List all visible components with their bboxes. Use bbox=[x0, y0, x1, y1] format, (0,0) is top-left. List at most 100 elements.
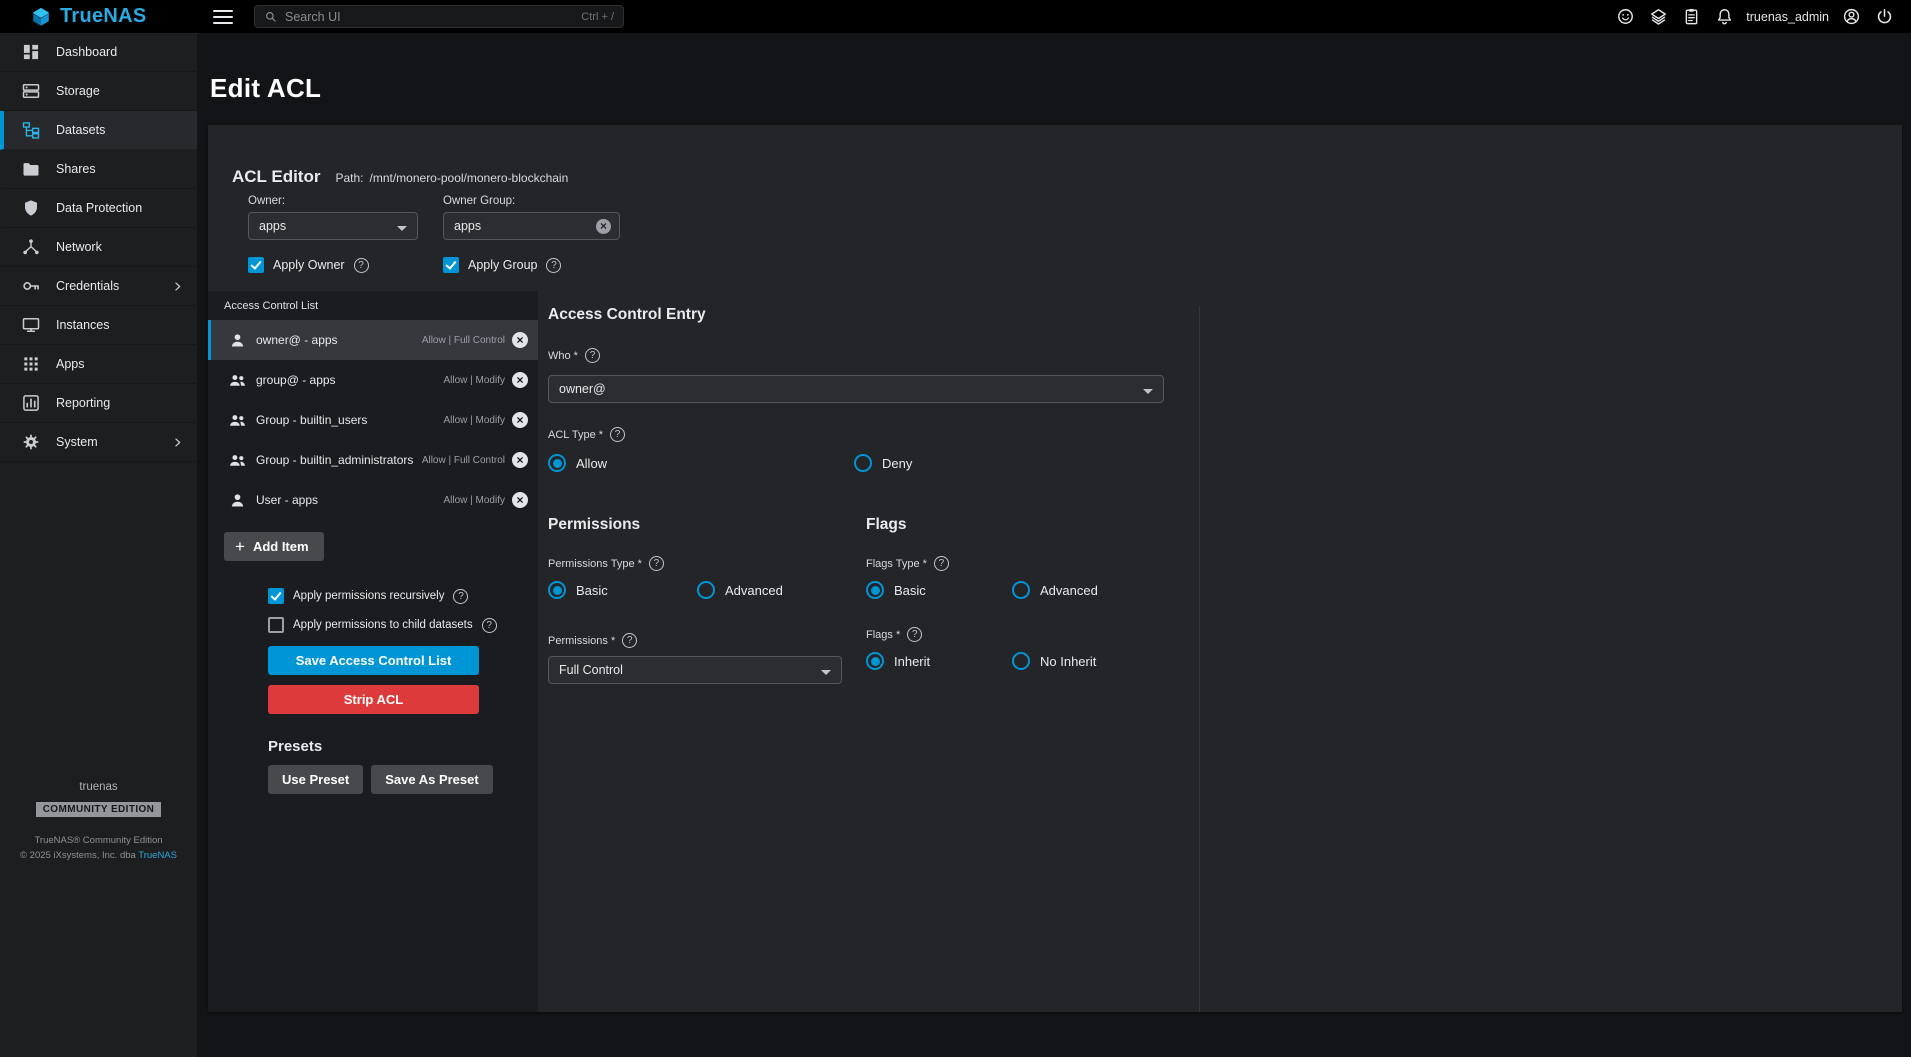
apply-group-checkbox-row: Apply Group bbox=[443, 257, 561, 273]
strip-acl-button[interactable]: Strip ACL bbox=[268, 685, 479, 714]
help-icon[interactable] bbox=[934, 556, 949, 571]
radio-option-no-inherit[interactable]: No Inherit bbox=[1012, 652, 1096, 670]
add-item-button[interactable]: Add Item bbox=[224, 532, 324, 561]
sidebar-item-network[interactable]: Network bbox=[0, 228, 197, 267]
sidebar-item-shares[interactable]: Shares bbox=[0, 150, 197, 189]
ace-heading: Access Control Entry bbox=[548, 306, 1199, 324]
radio-option-allow[interactable]: Allow bbox=[548, 454, 854, 472]
save-acl-button[interactable]: Save Access Control List bbox=[268, 646, 479, 675]
help-icon[interactable] bbox=[610, 427, 625, 442]
permissions-select[interactable]: Full Control bbox=[548, 656, 842, 684]
owner-field: Owner: apps bbox=[248, 195, 418, 240]
radio-option-advanced[interactable]: Advanced bbox=[697, 581, 783, 599]
use-preset-button[interactable]: Use Preset bbox=[268, 765, 363, 794]
acl-editor-header: ACL Editor Path: /mnt/monero-pool/monero… bbox=[208, 125, 1902, 187]
help-icon[interactable] bbox=[453, 589, 468, 604]
recursive-checkbox[interactable] bbox=[268, 588, 284, 604]
sidebar-item-instances[interactable]: Instances bbox=[0, 306, 197, 345]
layers-icon[interactable] bbox=[1645, 4, 1671, 30]
acl-type-label-row: ACL Type * bbox=[548, 427, 1199, 442]
child-datasets-checkbox-row: Apply permissions to child datasets bbox=[268, 617, 538, 633]
acl-entry-row[interactable]: Group - builtin_administrators Allow | F… bbox=[208, 440, 538, 480]
acl-entry-row[interactable]: Group - builtin_users Allow | Modify bbox=[208, 400, 538, 440]
acl-entry-name: Group - builtin_users bbox=[256, 413, 443, 427]
radio-label: Basic bbox=[894, 583, 926, 598]
main-content: Edit ACL ACL Editor Path: /mnt/monero-po… bbox=[197, 33, 1911, 1057]
avatar-icon[interactable] bbox=[1838, 4, 1864, 30]
who-select[interactable]: owner@ bbox=[548, 375, 1164, 403]
people-icon bbox=[228, 411, 247, 430]
jobs-clipboard-icon[interactable] bbox=[1678, 4, 1704, 30]
sidebar-item-system[interactable]: System bbox=[0, 423, 197, 462]
owner-group-field: Owner Group: apps bbox=[443, 195, 620, 240]
radio-option-basic[interactable]: Basic bbox=[866, 581, 1012, 599]
help-icon[interactable] bbox=[585, 348, 600, 363]
alerts-bell-icon[interactable] bbox=[1711, 4, 1737, 30]
chevron-down-icon bbox=[1143, 389, 1153, 399]
acl-entry-detail: Allow | Modify bbox=[443, 375, 505, 386]
menu-icon[interactable] bbox=[213, 10, 233, 24]
sidebar-item-label: Network bbox=[56, 240, 102, 254]
radio-icon bbox=[1012, 652, 1030, 670]
remove-entry-icon[interactable] bbox=[512, 452, 528, 468]
search-box[interactable]: Ctrl + / bbox=[254, 5, 624, 28]
owner-group-label: Owner Group: bbox=[443, 195, 620, 207]
flags-type-label: Flags Type * bbox=[866, 558, 927, 570]
help-icon[interactable] bbox=[907, 627, 922, 642]
acl-list-panel: Access Control List owner@ - apps Allow … bbox=[208, 291, 538, 1012]
help-icon[interactable] bbox=[482, 618, 497, 633]
remove-entry-icon[interactable] bbox=[512, 492, 528, 508]
editor-columns: Access Control List owner@ - apps Allow … bbox=[208, 291, 1902, 1012]
help-icon[interactable] bbox=[546, 258, 561, 273]
acl-type-label: ACL Type * bbox=[548, 429, 603, 441]
sidebar-item-storage[interactable]: Storage bbox=[0, 72, 197, 111]
sidebar-item-label: Instances bbox=[56, 318, 110, 332]
sidebar-item-dashboard[interactable]: Dashboard bbox=[0, 33, 197, 72]
child-datasets-checkbox[interactable] bbox=[268, 617, 284, 633]
truenas-logo[interactable]: TrueNAS bbox=[0, 5, 197, 28]
topbar-actions: truenas_admin bbox=[1612, 4, 1911, 30]
plus-icon bbox=[235, 537, 245, 557]
chevron-right-icon bbox=[170, 279, 185, 294]
help-icon[interactable] bbox=[622, 633, 637, 648]
owner-select[interactable]: apps bbox=[248, 212, 418, 240]
feedback-smiley-icon[interactable] bbox=[1612, 4, 1638, 30]
sidebar-item-label: Datasets bbox=[56, 123, 105, 137]
apps-grid-icon bbox=[21, 354, 41, 374]
bar-chart-icon bbox=[21, 393, 41, 413]
owner-group-input[interactable]: apps bbox=[443, 212, 620, 240]
truenas-logo-icon bbox=[30, 6, 52, 28]
search-input[interactable] bbox=[285, 10, 574, 24]
sidebar-item-datasets[interactable]: Datasets bbox=[0, 111, 197, 150]
radio-option-deny[interactable]: Deny bbox=[854, 454, 912, 472]
preset-buttons: Use Preset Save As Preset bbox=[268, 765, 538, 794]
radio-option-advanced[interactable]: Advanced bbox=[1012, 581, 1098, 599]
acl-entry-row[interactable]: User - apps Allow | Modify bbox=[208, 480, 538, 520]
acl-entry-row[interactable]: group@ - apps Allow | Modify bbox=[208, 360, 538, 400]
help-icon[interactable] bbox=[354, 258, 369, 273]
sidebar-item-label: Dashboard bbox=[56, 45, 117, 59]
sidebar-item-reporting[interactable]: Reporting bbox=[0, 384, 197, 423]
power-icon[interactable] bbox=[1871, 4, 1897, 30]
remove-entry-icon[interactable] bbox=[512, 372, 528, 388]
dashboard-icon bbox=[21, 42, 41, 62]
radio-option-basic[interactable]: Basic bbox=[548, 581, 697, 599]
apply-group-checkbox[interactable] bbox=[443, 257, 459, 273]
save-as-preset-button[interactable]: Save As Preset bbox=[371, 765, 492, 794]
permissions-type-label: Permissions Type * bbox=[548, 558, 642, 570]
acl-entry-row[interactable]: owner@ - apps Allow | Full Control bbox=[208, 320, 538, 360]
remove-entry-icon[interactable] bbox=[512, 412, 528, 428]
sidebar-item-data-protection[interactable]: Data Protection bbox=[0, 189, 197, 228]
apply-owner-checkbox[interactable] bbox=[248, 257, 264, 273]
sidebar-item-apps[interactable]: Apps bbox=[0, 345, 197, 384]
remove-entry-icon[interactable] bbox=[512, 332, 528, 348]
radio-option-inherit[interactable]: Inherit bbox=[866, 652, 1012, 670]
acl-entry-detail: Allow | Full Control bbox=[422, 335, 505, 346]
clear-icon[interactable] bbox=[596, 219, 611, 234]
radio-icon bbox=[866, 652, 884, 670]
help-icon[interactable] bbox=[649, 556, 664, 571]
sidebar-item-credentials[interactable]: Credentials bbox=[0, 267, 197, 306]
person-icon bbox=[228, 491, 247, 510]
sidebar-nav: Dashboard Storage Datasets Shares Data P… bbox=[0, 33, 197, 462]
truenas-link[interactable]: TrueNAS bbox=[138, 850, 177, 861]
